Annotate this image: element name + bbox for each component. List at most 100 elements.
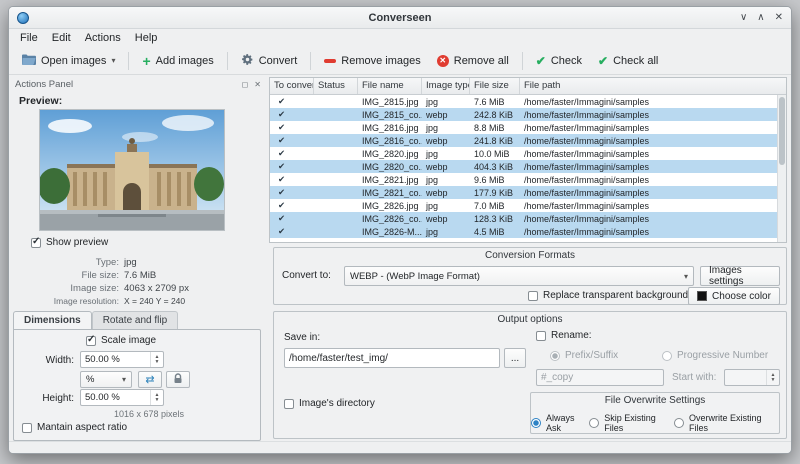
row-file-path: /home/faster/Immagini/samples xyxy=(524,96,650,107)
float-panel-icon[interactable]: ◻ xyxy=(242,80,249,89)
sync-arrows-icon: ⇄ xyxy=(145,374,155,386)
row-file-size: 241.8 KiB xyxy=(474,135,514,146)
tab-dimensions[interactable]: Dimensions xyxy=(13,311,92,330)
row-file-name: IMG_2820_co... xyxy=(362,161,422,172)
column-file-path[interactable]: File path xyxy=(520,78,786,94)
scale-image-checkbox[interactable]: Scale image xyxy=(86,334,156,346)
row-image-type: jpg xyxy=(426,122,439,133)
tab-rotate-flip[interactable]: Rotate and flip xyxy=(91,311,179,330)
close-icon[interactable]: ✕ xyxy=(775,13,783,23)
column-status[interactable]: Status xyxy=(314,78,358,94)
image-info: Type: jpg File size: 7.6 MiB Image size:… xyxy=(23,257,251,306)
save-in-label: Save in: xyxy=(284,332,321,343)
menu-item-file[interactable]: File xyxy=(13,30,45,46)
column-to-convert[interactable]: To convert xyxy=(270,78,314,94)
rename-pattern-input[interactable] xyxy=(536,369,664,386)
row-file-path: /home/faster/Immagini/samples xyxy=(524,174,650,185)
spin-arrows-icon[interactable]: ▲ ▼ xyxy=(150,352,163,367)
remove-images-button[interactable]: Remove images xyxy=(317,51,427,71)
app-icon xyxy=(17,12,29,24)
row-checkmark-icon: ✔ xyxy=(278,187,286,197)
menu-item-edit[interactable]: Edit xyxy=(45,30,78,46)
convert-button[interactable]: Convert xyxy=(234,49,305,73)
height-label: Height: xyxy=(42,393,74,404)
table-row[interactable]: ✔ IMG_2815.jpg jpg 7.6 MiB/home/faster/Imma… xyxy=(270,95,777,108)
replace-transparent-checkbox[interactable]: Replace transparent background xyxy=(528,290,688,301)
row-file-name: IMG_2826-M... xyxy=(362,226,422,237)
row-checkmark-icon: ✔ xyxy=(278,213,286,223)
table-row[interactable]: ✔ IMG_2826_co... webp 128.3 KiB/home/faster… xyxy=(270,212,777,225)
row-image-type: webp xyxy=(426,213,448,224)
row-checkmark-icon: ✔ xyxy=(278,148,286,158)
show-preview-checkbox[interactable]: Show preview xyxy=(31,236,108,248)
row-file-size: 9.6 MiB xyxy=(474,174,505,185)
height-spinbox[interactable]: 50.00 % ▲ ▼ xyxy=(80,389,164,406)
table-row[interactable]: ✔ IMG_2816_co... webp 241.8 KiB/home/faster… xyxy=(270,134,777,147)
resolution-label: Image resolution: xyxy=(53,296,119,306)
sync-dimensions-button[interactable]: ⇄ xyxy=(138,371,162,388)
scrollbar-thumb[interactable] xyxy=(779,97,785,165)
remove-all-button[interactable]: ✕ Remove all xyxy=(430,51,516,71)
check-button[interactable]: ✔ Check xyxy=(529,50,589,72)
table-scrollbar[interactable] xyxy=(777,95,786,242)
row-checkmark-icon: ✔ xyxy=(278,109,286,119)
table-row[interactable]: ✔ IMG_2821.jpg jpg 9.6 MiB/home/faster/Imma… xyxy=(270,173,777,186)
check-all-button[interactable]: ✔ Check all xyxy=(591,50,665,72)
table-row[interactable]: ✔ IMG_2820_co... webp 404.3 KiB/home/faster… xyxy=(270,160,777,173)
browse-button[interactable]: ... xyxy=(504,348,526,368)
dropdown-caret-icon: ▾ xyxy=(111,56,116,65)
width-spinbox[interactable]: 50.00 % ▲ ▼ xyxy=(80,351,164,368)
choose-color-button[interactable]: Choose color xyxy=(688,287,780,305)
maintain-aspect-checkbox[interactable]: Mantain aspect ratio xyxy=(22,422,127,433)
lock-ratio-button[interactable] xyxy=(166,371,190,388)
skip-existing-radio[interactable]: Skip Existing Files xyxy=(589,413,674,433)
rename-checkbox[interactable]: Rename: xyxy=(536,330,592,341)
filesize-label: File size: xyxy=(81,270,119,281)
table-row[interactable]: ✔ IMG_2820.jpg jpg 10.0 MiB/home/faster/Imm… xyxy=(270,147,777,160)
menu-item-help[interactable]: Help xyxy=(128,30,165,46)
images-settings-button[interactable]: Images settings xyxy=(700,265,780,287)
progressive-number-radio[interactable]: Progressive Number xyxy=(662,350,768,361)
minimize-icon[interactable]: ∨ xyxy=(740,13,747,23)
format-combobox[interactable]: WEBP - (WebP Image Format) ▾ xyxy=(344,266,694,286)
plus-icon: + xyxy=(142,52,151,69)
toolbar-separator xyxy=(310,51,312,70)
column-image-type[interactable]: Image type xyxy=(422,78,470,94)
table-row[interactable]: ✔ IMG_2826-M... jpg 4.5 MiB/home/faster/Imm… xyxy=(270,225,777,238)
table-row[interactable]: ✔ IMG_2815_co... webp 242.8 KiB/home/faster… xyxy=(270,108,777,121)
row-file-size: 177.9 KiB xyxy=(474,187,514,198)
overwrite-radios: Always Ask Skip Existing Files Overwrite… xyxy=(531,413,779,433)
width-label: Width: xyxy=(45,355,74,366)
titlebar[interactable]: Converseen ∨ ∧ ✕ xyxy=(9,7,791,29)
dimensions-panel: Scale image Width: 50.00 % ▲▼ % ▾ ⇄ Heig… xyxy=(13,329,261,441)
table-row[interactable]: ✔ IMG_2826.jpg jpg 7.0 MiB/home/faster/Imma… xyxy=(270,199,777,212)
column-file-size[interactable]: File size xyxy=(470,78,520,94)
table-row[interactable]: ✔ IMG_2816.jpg jpg 8.8 MiB/home/faster/Imma… xyxy=(270,121,777,134)
spin-arrows-icon[interactable]: ▲ ▼ xyxy=(150,390,163,405)
output-options-title: Output options xyxy=(497,314,563,325)
row-file-name: IMG_2826.jpg xyxy=(362,200,419,211)
start-with-spinbox[interactable]: ▲ ▼ xyxy=(724,369,780,386)
overwrite-existing-radio[interactable]: Overwrite Existing Files xyxy=(674,413,779,433)
row-image-type: jpg xyxy=(426,174,439,185)
save-path-input[interactable] xyxy=(284,348,500,368)
row-file-size: 10.0 MiB xyxy=(474,148,510,159)
add-images-button[interactable]: + Add images xyxy=(135,51,220,71)
table-row[interactable]: ✔ IMG_2821_co... webp 177.9 KiB/home/faster… xyxy=(270,186,777,199)
row-file-path: /home/faster/Immagini/samples xyxy=(524,161,650,172)
window-title: Converseen xyxy=(368,11,432,24)
always-ask-radio[interactable]: Always Ask xyxy=(531,413,589,433)
images-directory-checkbox[interactable]: Image's directory xyxy=(284,398,375,409)
maximize-icon[interactable]: ∧ xyxy=(757,13,764,23)
unit-combobox[interactable]: % ▾ xyxy=(80,371,132,388)
open-images-button[interactable]: Open images ▾ xyxy=(15,50,122,72)
row-image-type: jpg xyxy=(426,226,439,237)
column-file-name[interactable]: File name xyxy=(358,78,422,94)
prefix-suffix-radio[interactable]: Prefix/Suffix xyxy=(550,350,618,361)
close-panel-icon[interactable]: ✕ xyxy=(254,80,261,89)
menu-item-actions[interactable]: Actions xyxy=(78,30,128,46)
actions-panel-header[interactable]: Actions Panel ◻ ✕ xyxy=(11,77,265,91)
spin-arrows-icon[interactable]: ▲ ▼ xyxy=(766,370,779,385)
toolbar-separator xyxy=(521,51,523,70)
result-pixels: 1016 x 678 pixels xyxy=(113,409,184,419)
